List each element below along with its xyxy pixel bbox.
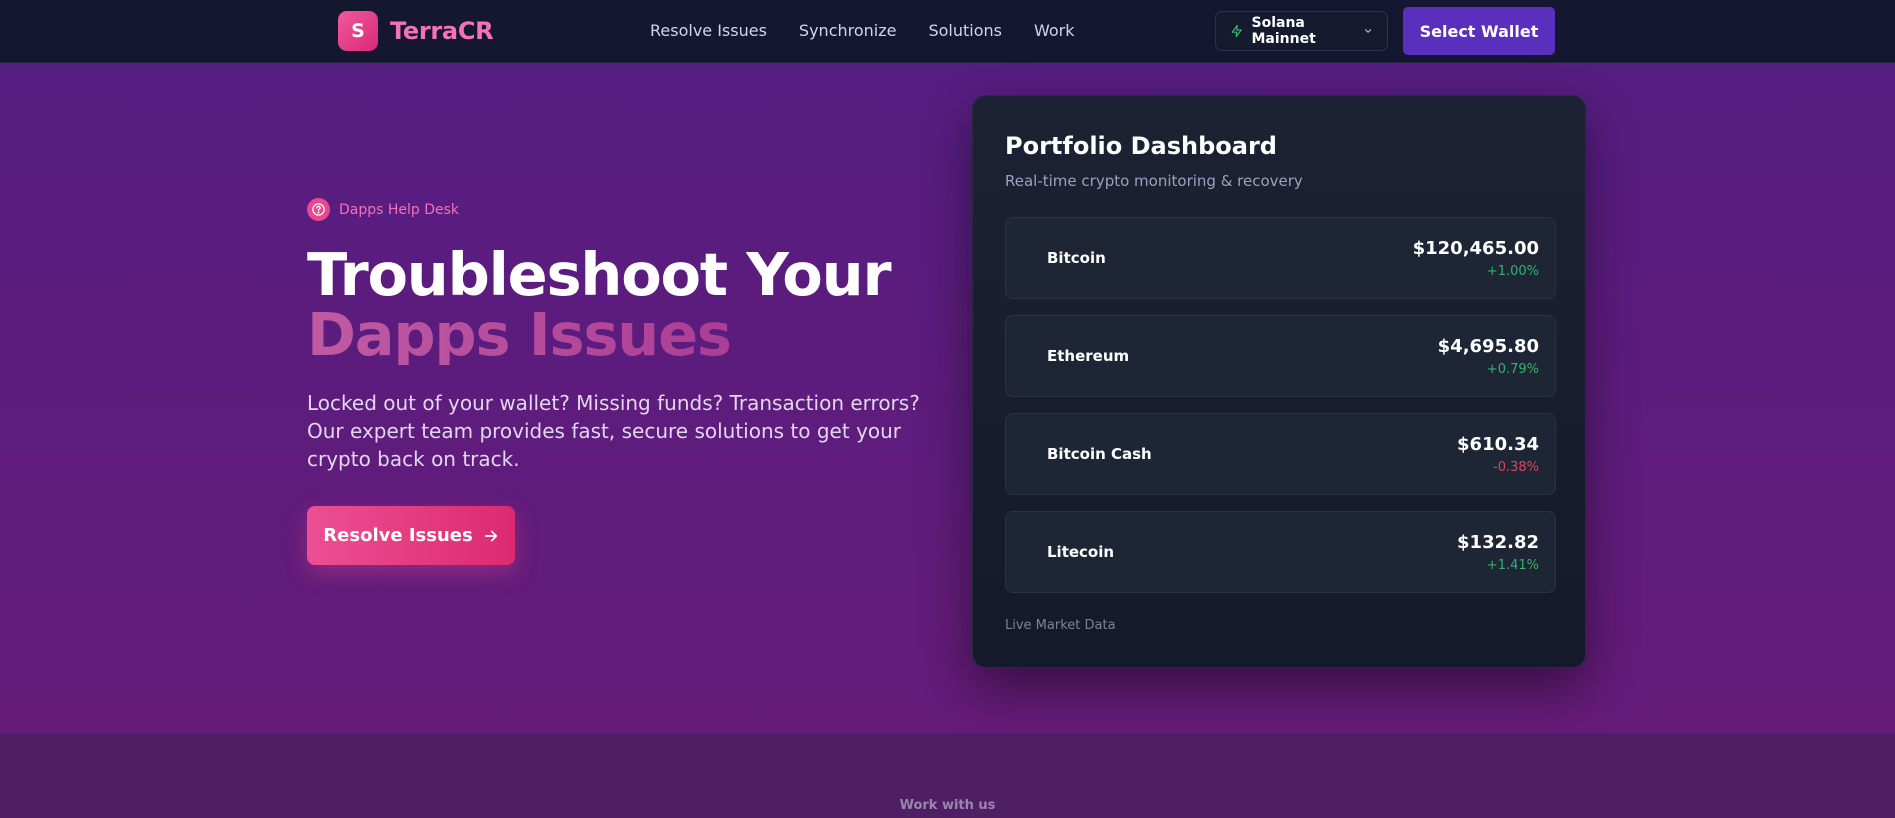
asset-change: +0.79% bbox=[1486, 362, 1539, 377]
hero-section: Dapps Help Desk Troubleshoot Your Dapps … bbox=[0, 63, 1895, 733]
brand-name: TerraCR bbox=[390, 17, 494, 45]
asset-change: +1.00% bbox=[1486, 264, 1539, 279]
asset-price: $4,695.80 bbox=[1437, 336, 1539, 357]
arrow-right-icon bbox=[484, 530, 497, 541]
network-selector-button[interactable]: Solana Mainnet bbox=[1215, 11, 1388, 51]
asset-row-bitcoin-cash[interactable]: Bitcoin Cash $610.34 -0.38% bbox=[1005, 413, 1556, 495]
badge-label: Dapps Help Desk bbox=[339, 201, 460, 218]
asset-price: $132.82 bbox=[1457, 532, 1539, 553]
asset-price: $120,465.00 bbox=[1412, 238, 1539, 259]
cta-label: Resolve Issues bbox=[323, 525, 473, 546]
dashboard-title: Portfolio Dashboard bbox=[1005, 132, 1277, 160]
work-with-us-label: Work with us bbox=[899, 798, 996, 813]
live-market-data-label: Live Market Data bbox=[1005, 618, 1116, 633]
dashboard-subtitle: Real-time crypto monitoring & recovery bbox=[1005, 172, 1303, 190]
select-wallet-button[interactable]: Select Wallet bbox=[1403, 7, 1555, 55]
asset-change: +1.41% bbox=[1486, 558, 1539, 573]
asset-row-ethereum[interactable]: Ethereum $4,695.80 +0.79% bbox=[1005, 315, 1556, 397]
asset-name: Ethereum bbox=[1047, 347, 1130, 365]
main-nav: Resolve Issues Synchronize Solutions Wor… bbox=[650, 21, 1075, 40]
nav-link-solutions[interactable]: Solutions bbox=[928, 21, 1002, 40]
hero-title-line-2: Dapps Issues bbox=[307, 305, 890, 365]
brand-logo[interactable]: S TerraCR bbox=[338, 11, 494, 51]
nav-link-synchronize[interactable]: Synchronize bbox=[799, 21, 897, 40]
nav-link-resolve-issues[interactable]: Resolve Issues bbox=[650, 21, 767, 40]
brand-mark-icon: S bbox=[338, 11, 378, 51]
portfolio-dashboard-card: Portfolio Dashboard Real-time crypto mon… bbox=[972, 95, 1586, 668]
bolt-icon bbox=[1231, 24, 1242, 38]
hero-title-line-1: Troubleshoot Your bbox=[307, 240, 892, 309]
asset-row-bitcoin[interactable]: Bitcoin $120,465.00 +1.00% bbox=[1005, 217, 1556, 299]
nav-link-work[interactable]: Work bbox=[1034, 21, 1075, 40]
asset-price: $610.34 bbox=[1457, 434, 1539, 455]
asset-row-litecoin[interactable]: Litecoin $132.82 +1.41% bbox=[1005, 511, 1556, 593]
help-desk-badge: Dapps Help Desk bbox=[307, 198, 459, 221]
asset-name: Litecoin bbox=[1047, 543, 1115, 561]
chevron-down-icon bbox=[1364, 29, 1371, 33]
asset-name: Bitcoin bbox=[1047, 249, 1106, 267]
top-navbar: S TerraCR Resolve Issues Synchronize Sol… bbox=[0, 0, 1895, 63]
hero-title: Troubleshoot Your Dapps Issues bbox=[307, 240, 892, 365]
network-label: Solana Mainnet bbox=[1251, 15, 1316, 47]
help-circle-icon bbox=[307, 198, 330, 221]
asset-name: Bitcoin Cash bbox=[1047, 445, 1152, 463]
resolve-issues-button[interactable]: Resolve Issues bbox=[307, 506, 515, 565]
asset-change: -0.38% bbox=[1493, 460, 1539, 475]
work-with-us-section: Work with us bbox=[0, 733, 1895, 818]
hero-description: Locked out of your wallet? Missing funds… bbox=[307, 391, 920, 471]
asset-list: Bitcoin $120,465.00 +1.00% Ethereum $4,6… bbox=[1005, 217, 1556, 609]
